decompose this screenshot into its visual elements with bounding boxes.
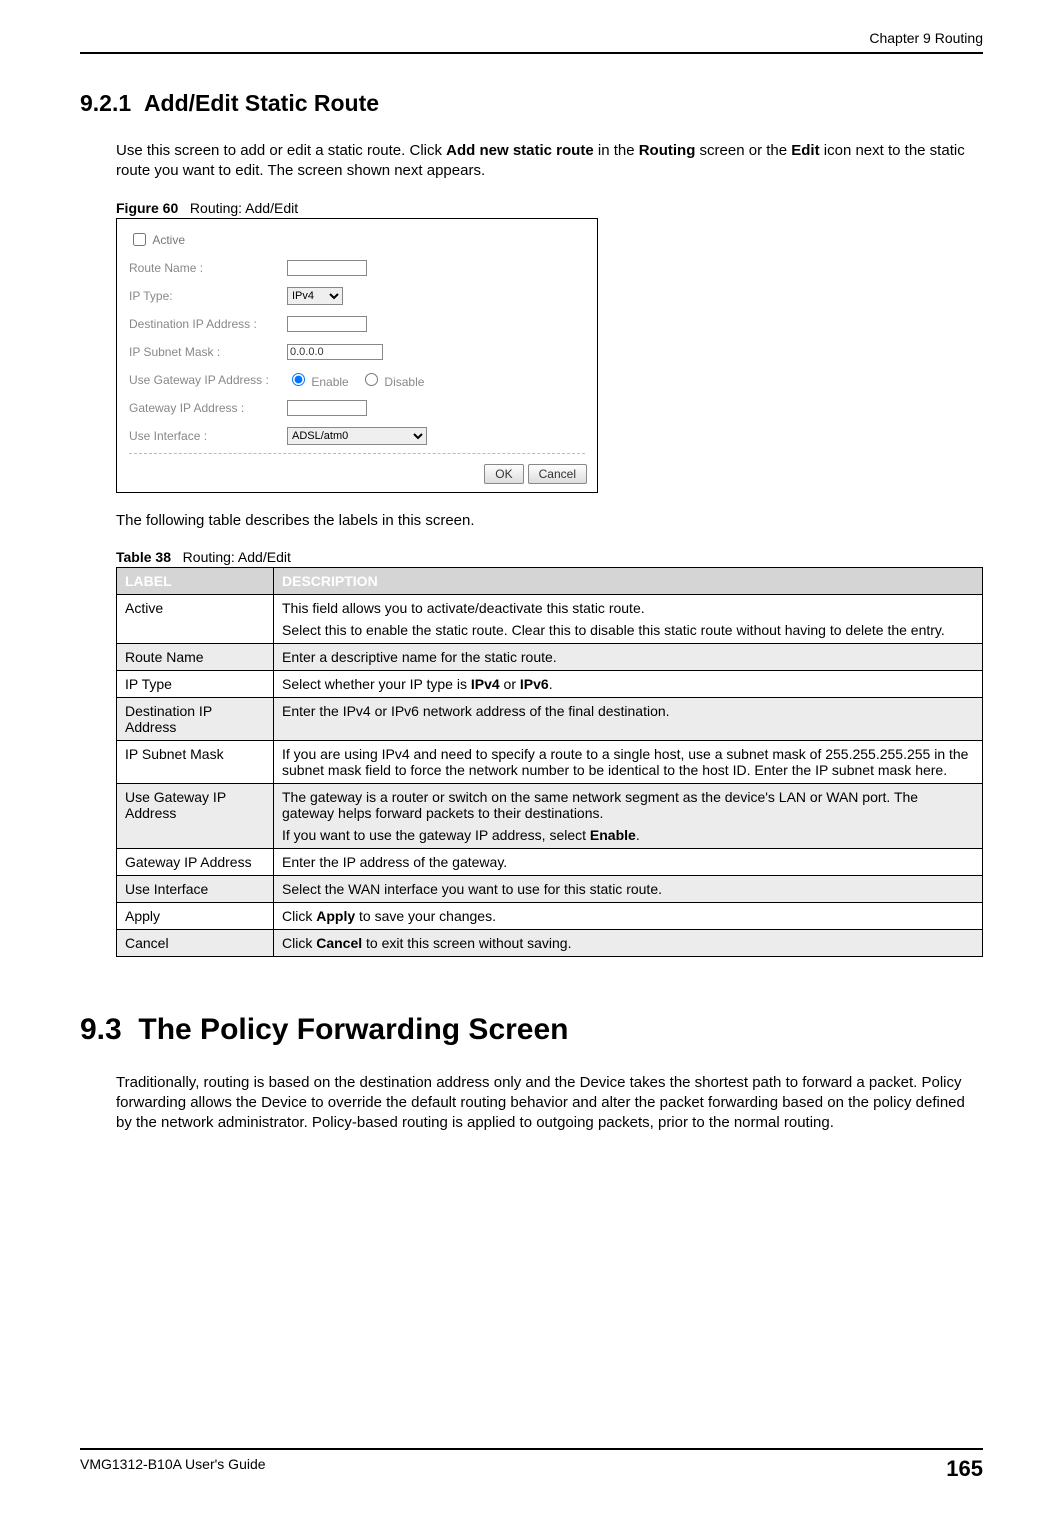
active-label: Active: [152, 233, 185, 247]
row-label: Route Name: [117, 643, 274, 670]
intro-bold-routing: Routing: [639, 142, 696, 159]
row-label: IP Type: [117, 670, 274, 697]
figure-caption: Figure 60 Routing: Add/Edit: [116, 200, 983, 216]
table-caption: Table 38 Routing: Add/Edit: [116, 549, 983, 565]
desc-paragraph: If you are using IPv4 and need to specif…: [282, 746, 974, 778]
desc-paragraph: This field allows you to activate/deacti…: [282, 600, 974, 616]
intro-bold-edit: Edit: [791, 142, 819, 159]
desc-paragraph: Select whether your IP type is IPv4 or I…: [282, 676, 974, 692]
table-row: Cancel Click Cancel to exit this screen w…: [117, 929, 983, 956]
section-921-intro: Use this screen to add or edit a static …: [116, 141, 983, 182]
intro-bold-add: Add new static route: [446, 142, 594, 159]
dest-ip-input[interactable]: [287, 316, 367, 332]
ip-type-label: IP Type:: [129, 289, 287, 303]
footer-rule: [80, 1448, 983, 1450]
page-footer: VMG1312-B10A User's Guide 165: [80, 1448, 983, 1482]
row-desc: Enter the IP address of the gateway.: [274, 848, 983, 875]
intro-text: Use this screen to add or edit a static …: [116, 142, 446, 159]
table-caption-text: Routing: Add/Edit: [183, 549, 291, 565]
desc-paragraph: Click Apply to save your changes.: [282, 908, 974, 924]
table-intro: The following table describes the labels…: [116, 511, 983, 531]
header-rule: [80, 52, 983, 54]
row-desc: Enter a descriptive name for the static …: [274, 643, 983, 670]
desc-paragraph: Select the WAN interface you want to use…: [282, 881, 974, 897]
disable-radio[interactable]: [365, 373, 378, 386]
row-desc: Select whether your IP type is IPv4 or I…: [274, 670, 983, 697]
dialog-divider: [129, 453, 585, 454]
desc-paragraph: The gateway is a router or switch on the…: [282, 789, 974, 821]
row-desc: Click Cancel to exit this screen without…: [274, 929, 983, 956]
table-row: Apply Click Apply to save your changes.: [117, 902, 983, 929]
use-if-label: Use Interface :: [129, 429, 287, 443]
enable-radio-label[interactable]: Enable: [287, 375, 349, 389]
row-label: Use Interface: [117, 875, 274, 902]
row-label: Use Gateway IP Address: [117, 783, 274, 848]
subnet-label: IP Subnet Mask :: [129, 345, 287, 359]
row-label: Destination IP Address: [117, 697, 274, 740]
dest-ip-label: Destination IP Address :: [129, 317, 287, 331]
footer-page-number: 165: [946, 1456, 983, 1482]
section-title-text: Add/Edit Static Route: [144, 90, 379, 116]
row-label: Active: [117, 594, 274, 643]
gw-ip-input[interactable]: [287, 400, 367, 416]
row-desc: The gateway is a router or switch on the…: [274, 783, 983, 848]
row-desc: Select the WAN interface you want to use…: [274, 875, 983, 902]
table-row: Gateway IP Address Enter the IP address o…: [117, 848, 983, 875]
row-label: Apply: [117, 902, 274, 929]
use-if-select[interactable]: ADSL/atm0: [287, 427, 427, 445]
row-label: IP Subnet Mask: [117, 740, 274, 783]
enable-radio[interactable]: [292, 373, 305, 386]
running-head: Chapter 9 Routing: [80, 30, 983, 46]
cancel-button[interactable]: Cancel: [528, 464, 587, 484]
section-93-body: Traditionally, routing is based on the d…: [116, 1073, 983, 1134]
enable-text: Enable: [311, 375, 348, 389]
figure-caption-text: Routing: Add/Edit: [190, 200, 298, 216]
row-desc: If you are using IPv4 and need to specif…: [274, 740, 983, 783]
disable-text: Disable: [384, 375, 424, 389]
figure-label: Figure 60: [116, 200, 178, 216]
ip-type-select[interactable]: IPv4: [287, 287, 343, 305]
table-row: Use Interface Select the WAN interface yo…: [117, 875, 983, 902]
desc-paragraph: Enter a descriptive name for the static …: [282, 649, 974, 665]
section-93-number: 9.3: [80, 1013, 122, 1046]
desc-paragraph: Select this to enable the static route. …: [282, 622, 974, 638]
footer-guide: VMG1312-B10A User's Guide: [80, 1456, 266, 1482]
col-label-header: LABEL: [117, 567, 274, 594]
section-93-heading: 9.3 The Policy Forwarding Screen: [80, 1013, 983, 1047]
row-desc: Enter the IPv4 or IPv6 network address o…: [274, 697, 983, 740]
row-label: Gateway IP Address: [117, 848, 274, 875]
gw-ip-label: Gateway IP Address :: [129, 401, 287, 415]
row-desc: This field allows you to activate/deacti…: [274, 594, 983, 643]
col-desc-header: DESCRIPTION: [274, 567, 983, 594]
section-number: 9.2.1: [80, 90, 131, 116]
table-row: Destination IP Address Enter the IPv4 or …: [117, 697, 983, 740]
table-row: Route Name Enter a descriptive name for t…: [117, 643, 983, 670]
desc-paragraph: Enter the IPv4 or IPv6 network address o…: [282, 703, 974, 719]
routing-add-edit-dialog: Active Route Name : IP Type: IPv4 Destin…: [116, 218, 598, 493]
intro-text: screen or the: [695, 142, 791, 159]
table-label: Table 38: [116, 549, 171, 565]
ok-button[interactable]: OK: [484, 464, 523, 484]
section-921-heading: 9.2.1 Add/Edit Static Route: [80, 90, 983, 117]
route-name-label: Route Name :: [129, 261, 287, 275]
section-93-title: The Policy Forwarding Screen: [138, 1013, 568, 1046]
use-gw-label: Use Gateway IP Address :: [129, 373, 287, 387]
intro-text: in the: [594, 142, 639, 159]
row-desc: Click Apply to save your changes.: [274, 902, 983, 929]
table-row: IP Subnet MaskIf you are using IPv4 and …: [117, 740, 983, 783]
desc-paragraph: If you want to use the gateway IP addres…: [282, 827, 974, 843]
table-row: Active This field allows you to activate/…: [117, 594, 983, 643]
subnet-input[interactable]: [287, 344, 383, 360]
route-name-input[interactable]: [287, 260, 367, 276]
desc-paragraph: Enter the IP address of the gateway.: [282, 854, 974, 870]
table-row: Use Gateway IP AddressThe gateway is a r…: [117, 783, 983, 848]
row-label: Cancel: [117, 929, 274, 956]
disable-radio-label[interactable]: Disable: [360, 375, 424, 389]
active-checkbox[interactable]: [133, 233, 146, 246]
description-table: LABEL DESCRIPTION Active This field allow…: [116, 567, 983, 957]
table-row: IP Type Select whether your IP type is IP…: [117, 670, 983, 697]
desc-paragraph: Click Cancel to exit this screen without…: [282, 935, 974, 951]
